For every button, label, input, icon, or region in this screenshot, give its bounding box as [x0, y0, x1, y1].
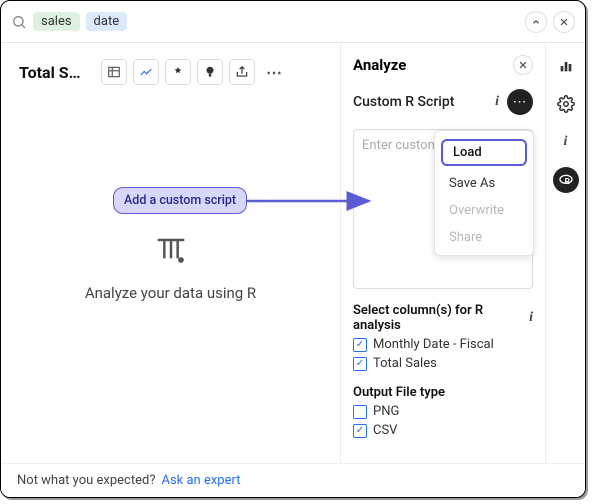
- analyze-title: Analyze: [353, 56, 513, 74]
- rail-info-button[interactable]: i: [553, 129, 579, 155]
- table-view-button[interactable]: [101, 59, 127, 85]
- checkbox-checked-icon: ✓: [353, 357, 367, 371]
- rail-r-button[interactable]: R: [553, 167, 579, 193]
- checkbox-checked-icon: ✓: [353, 338, 367, 352]
- rail-chart-button[interactable]: [553, 53, 579, 79]
- svg-text:R: R: [564, 177, 569, 186]
- checkbox-label: Monthly Date - Fiscal: [373, 337, 494, 352]
- chart-view-button[interactable]: [133, 59, 159, 85]
- arrow-icon: [247, 191, 377, 211]
- viz-title: Total S…: [19, 63, 95, 82]
- analyze-close-button[interactable]: [513, 55, 533, 75]
- script-menu: Load Save As Overwrite Share: [434, 130, 534, 256]
- script-textarea[interactable]: Enter custom script Load Save As Overwri…: [353, 129, 533, 289]
- analyze-panel: Analyze Custom R Script i ⋯ Enter custom…: [340, 43, 545, 463]
- output-checkbox-csv[interactable]: ✓ CSV: [353, 423, 533, 438]
- menu-overwrite: Overwrite: [441, 201, 527, 220]
- output-section-label: Output File type: [353, 385, 533, 400]
- side-rail: i R: [545, 43, 585, 463]
- more-button[interactable]: ⋯: [261, 59, 287, 85]
- search-icon: [11, 14, 27, 30]
- ask-expert-link[interactable]: Ask an expert: [161, 473, 240, 488]
- pin-button[interactable]: [165, 59, 191, 85]
- annotation-callout: Add a custom script: [113, 187, 377, 214]
- footer: Not what you expected? Ask an expert: [1, 463, 585, 497]
- column-checkbox-total-sales[interactable]: ✓ Total Sales: [353, 356, 533, 371]
- rail-settings-button[interactable]: [553, 91, 579, 117]
- checkbox-label: PNG: [373, 404, 399, 419]
- empty-state-caption: Analyze your data using R: [85, 284, 256, 302]
- trend-icon: [151, 230, 191, 274]
- output-checkbox-png[interactable]: ✓ PNG: [353, 404, 533, 419]
- menu-save-as[interactable]: Save As: [441, 174, 527, 193]
- main-panel: Total S…: [1, 43, 340, 463]
- collapse-button[interactable]: [525, 11, 547, 33]
- annotation-text: Add a custom script: [113, 187, 247, 214]
- close-button[interactable]: [553, 11, 575, 33]
- script-placeholder: Enter custom script: [362, 138, 442, 153]
- footer-prompt: Not what you expected?: [17, 473, 155, 488]
- columns-section-label: Select column(s) for R analysis i: [353, 303, 533, 333]
- info-icon[interactable]: i: [495, 94, 499, 110]
- menu-load[interactable]: Load: [441, 139, 527, 166]
- search-bar: sales date: [1, 1, 585, 43]
- insight-button[interactable]: [197, 59, 223, 85]
- menu-share: Share: [441, 228, 527, 247]
- share-button[interactable]: [229, 59, 255, 85]
- info-icon[interactable]: i: [529, 310, 533, 326]
- checkbox-checked-icon: ✓: [353, 424, 367, 438]
- search-chip-sales[interactable]: sales: [33, 12, 80, 31]
- checkbox-empty-icon: ✓: [353, 405, 367, 419]
- column-checkbox-monthly-date[interactable]: ✓ Monthly Date - Fiscal: [353, 337, 533, 352]
- custom-script-label: Custom R Script: [353, 94, 487, 110]
- search-chip-date[interactable]: date: [86, 12, 128, 31]
- checkbox-label: Total Sales: [373, 356, 437, 371]
- script-more-button[interactable]: ⋯: [507, 89, 533, 115]
- checkbox-label: CSV: [373, 423, 397, 438]
